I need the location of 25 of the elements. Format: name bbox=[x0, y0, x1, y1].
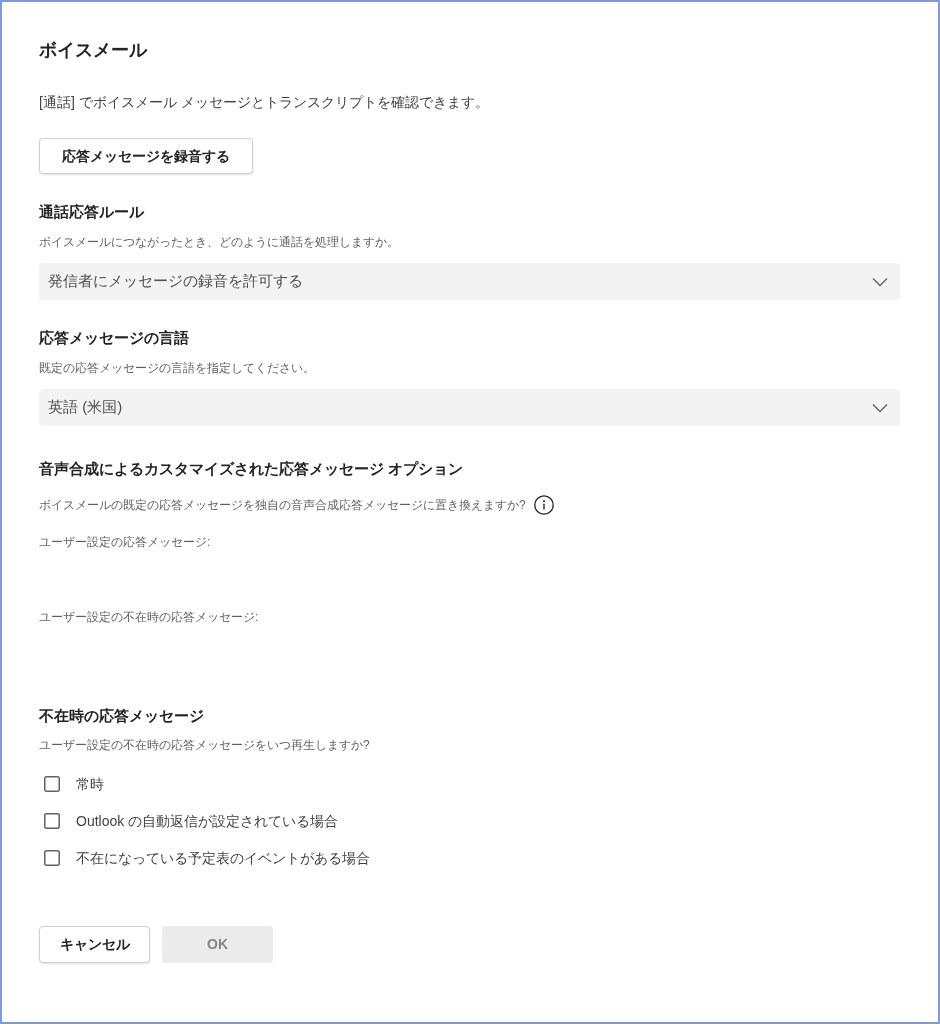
checkbox-label: 不在になっている予定表のイベントがある場合 bbox=[76, 849, 370, 868]
chevron-down-icon bbox=[872, 402, 888, 413]
section-heading: 通話応答ルール bbox=[39, 202, 144, 222]
section-description: ユーザー設定の不在時の応答メッセージをいつ再生しますか? bbox=[39, 737, 370, 754]
section-description: ボイスメールにつながったとき、どのように通話を処理しますか。 bbox=[39, 234, 399, 251]
checkbox[interactable] bbox=[44, 776, 60, 792]
checkbox[interactable] bbox=[44, 850, 60, 866]
section-heading: 不在時の応答メッセージ bbox=[39, 706, 204, 726]
section-heading: 応答メッセージの言語 bbox=[39, 328, 189, 348]
record-greeting-button[interactable]: 応答メッセージを録音する bbox=[39, 138, 253, 174]
greeting-label: ユーザー設定の不在時の応答メッセージ: bbox=[39, 609, 259, 626]
checkbox[interactable] bbox=[44, 813, 60, 829]
chevron-down-icon bbox=[872, 276, 888, 287]
description-text: [通話] でボイスメール メッセージとトランスクリプトを確認できます。 bbox=[39, 93, 489, 112]
checkbox-label: Outlook の自動返信が設定されている場合 bbox=[76, 812, 339, 831]
dropdown[interactable]: 発信者にメッセージの録音を許可する bbox=[39, 263, 900, 300]
checkbox-label: 常時 bbox=[76, 775, 104, 794]
section-heading: 音声合成によるカスタマイズされた応答メッセージ オプション bbox=[39, 459, 464, 479]
cancel-button[interactable]: キャンセル bbox=[39, 926, 150, 963]
section-description: ボイスメールの既定の応答メッセージを独自の音声合成応答メッセージに置き換えますか? bbox=[39, 497, 526, 514]
dialog-title: ボイスメール bbox=[39, 39, 147, 62]
info-icon[interactable] bbox=[533, 495, 554, 515]
greeting-label: ユーザー設定の応答メッセージ: bbox=[39, 534, 211, 551]
dropdown[interactable]: 英語 (米国) bbox=[39, 389, 900, 426]
section-description: 既定の応答メッセージの言語を指定してください。 bbox=[39, 360, 315, 377]
